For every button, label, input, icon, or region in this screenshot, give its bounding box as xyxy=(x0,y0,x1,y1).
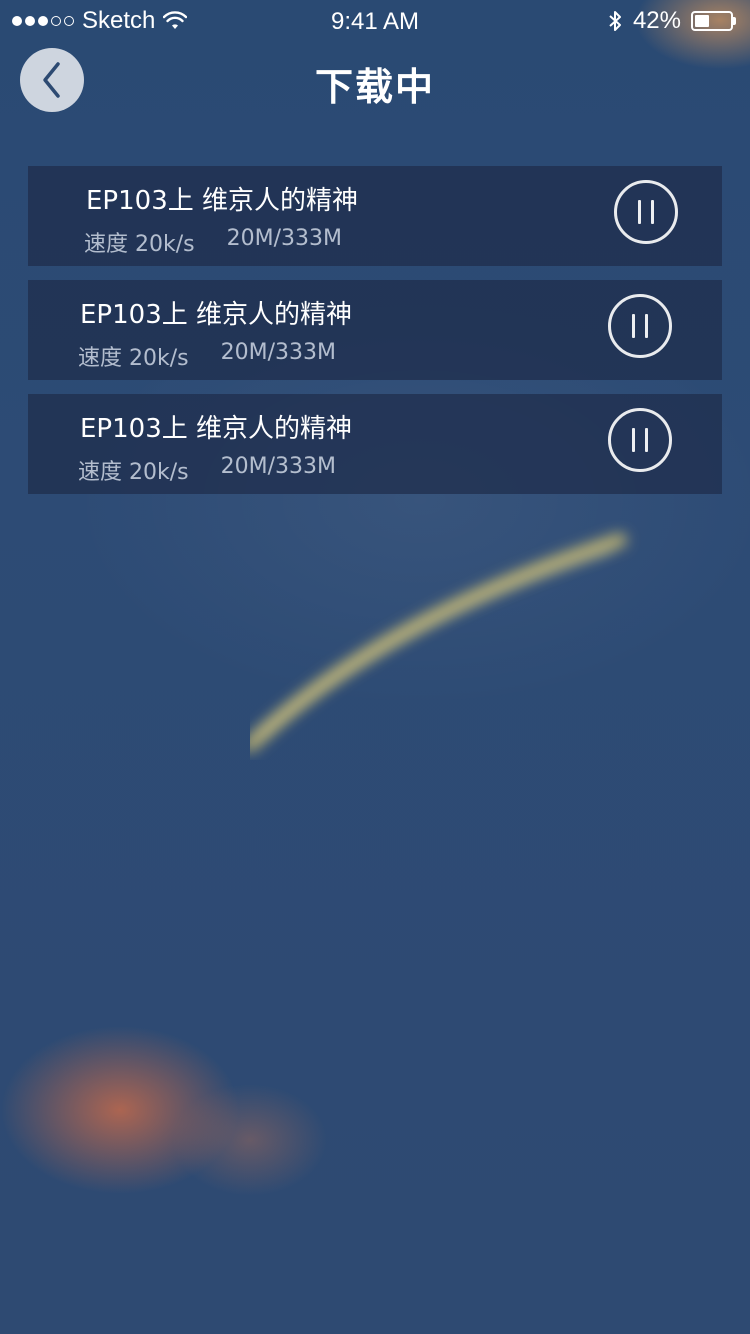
pause-icon xyxy=(632,428,648,452)
pause-button[interactable] xyxy=(614,180,678,244)
pause-button[interactable] xyxy=(608,294,672,358)
download-speed: 速度 20k/s xyxy=(78,460,189,485)
download-meta: 速度 20k/s 20M/333M xyxy=(78,340,336,372)
download-title: EP103上 维京人的精神 xyxy=(86,186,358,216)
download-meta: 速度 20k/s 20M/333M xyxy=(84,226,342,258)
download-speed: 速度 20k/s xyxy=(78,346,189,371)
download-speed: 速度 20k/s xyxy=(84,232,195,257)
battery-icon xyxy=(691,11,736,31)
battery-percent: 42% xyxy=(632,7,681,34)
download-item[interactable]: EP103上 维京人的精神 速度 20k/s 20M/333M xyxy=(28,394,722,494)
download-item[interactable]: EP103上 维京人的精神 速度 20k/s 20M/333M xyxy=(28,280,722,380)
download-title: EP103上 维京人的精神 xyxy=(80,300,352,330)
pause-icon xyxy=(632,314,648,338)
download-title: EP103上 维京人的精神 xyxy=(80,414,352,444)
pause-button[interactable] xyxy=(608,408,672,472)
download-item[interactable]: EP103上 维京人的精神 速度 20k/s 20M/333M xyxy=(28,166,722,266)
status-bar: Sketch 9:41 AM 42% xyxy=(0,0,750,40)
page-title: 下载中 xyxy=(314,65,435,109)
bluetooth-icon xyxy=(609,11,621,31)
download-size: 20M/333M xyxy=(226,226,342,251)
download-meta: 速度 20k/s 20M/333M xyxy=(78,454,336,486)
download-size: 20M/333M xyxy=(220,340,336,365)
download-size: 20M/333M xyxy=(220,454,336,479)
download-list: EP103上 维京人的精神 速度 20k/s 20M/333M EP103上 维… xyxy=(28,166,722,508)
pause-icon xyxy=(638,200,654,224)
status-bar-right: 42% xyxy=(607,6,736,36)
